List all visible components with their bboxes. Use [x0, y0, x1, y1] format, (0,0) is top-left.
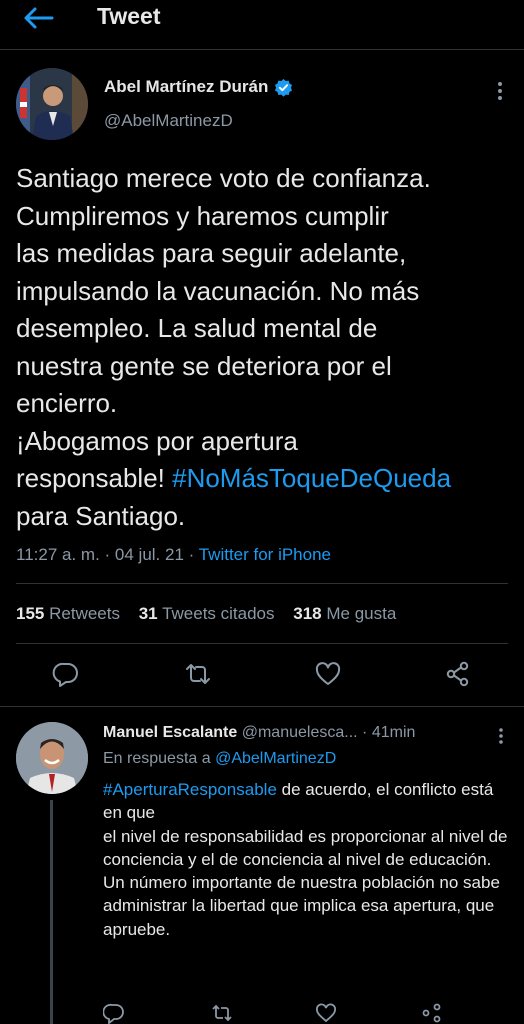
hashtag-link[interactable]: #NoMásToqueDeQueda	[172, 463, 451, 493]
tweet-line: ¡Abogamos por apertura	[16, 425, 298, 456]
reply-rest-text: el nivel de responsabilidad es proporcio…	[103, 826, 508, 939]
likes-count: 318	[293, 604, 322, 623]
more-vertical-icon[interactable]	[496, 726, 506, 746]
reply-header: Manuel Escalante @manuelesca... · 41min	[103, 724, 493, 742]
heart-icon[interactable]	[315, 1002, 337, 1024]
tweet-line: responsable! #NoMásToqueDeQueda	[16, 460, 516, 498]
tweet-line: las medidas para seguir adelante,	[16, 238, 407, 268]
heart-icon[interactable]	[314, 660, 342, 688]
share-icon[interactable]	[421, 1002, 443, 1024]
separator: ·	[183, 545, 199, 564]
divider	[16, 583, 508, 584]
comment-icon[interactable]	[52, 660, 80, 688]
more-vertical-icon[interactable]	[494, 80, 506, 102]
tweet-line: Santiago merece voto de confianza.	[16, 163, 431, 193]
retweet-icon[interactable]	[184, 660, 212, 688]
quotes-stat[interactable]: 31 Tweets citados	[139, 604, 275, 623]
author-name[interactable]: Abel Martínez Durán	[104, 77, 268, 97]
tweet-body: Santiago merece voto de confianza. Cumpl…	[16, 160, 516, 535]
tweet-date: 04 jul. 21	[114, 545, 184, 564]
reply-separator: ·	[362, 724, 372, 741]
verified-badge-icon	[275, 78, 293, 97]
tweet-line: nuestra gente se deteriora por el	[16, 350, 392, 381]
tweet-line: Cumpliremos y haremos cumplir	[16, 200, 389, 231]
tweet-author-row: Abel Martínez Durán @AbelMartinezD	[0, 66, 524, 142]
tweet-line: encierro.	[16, 388, 118, 418]
thread-line	[50, 800, 53, 1024]
in-reply-to: En respuesta a @AbelMartinezD	[103, 750, 336, 768]
tweet-line: desempleo. La salud mental de	[16, 313, 378, 343]
author-name-container: Abel Martínez Durán	[104, 77, 293, 97]
divider	[16, 643, 508, 644]
divider	[0, 706, 524, 707]
author-avatar[interactable]	[16, 68, 88, 140]
retweets-stat[interactable]: 155 Retweets	[16, 604, 120, 623]
tweet-action-bar	[0, 660, 524, 696]
retweet-icon[interactable]	[211, 1002, 233, 1024]
reply-author-name[interactable]: Manuel Escalante	[103, 724, 237, 741]
quotes-label: Tweets citados	[162, 604, 275, 623]
top-app-bar: Tweet	[0, 0, 524, 50]
reply-first-paragraph: #AperturaResponsable de acuerdo, el conf…	[103, 778, 508, 825]
reply-action-bar	[103, 1002, 483, 1024]
back-arrow-icon[interactable]	[22, 6, 54, 30]
mention-link[interactable]: @AbelMartinezD	[215, 750, 336, 767]
retweets-label: Retweets	[49, 604, 120, 623]
reply-tweet[interactable]: Manuel Escalante @manuelesca... · 41min …	[0, 712, 524, 1024]
reply-author-handle[interactable]: @manuelesca...	[242, 724, 358, 741]
hashtag-link[interactable]: #AperturaResponsable	[103, 780, 277, 799]
reply-body: #AperturaResponsable de acuerdo, el conf…	[103, 778, 508, 941]
tweet-line: impulsando la vacunación. No más	[16, 275, 420, 306]
tweet-line-text: responsable!	[16, 463, 173, 493]
reply-time: 41min	[371, 724, 416, 741]
share-icon[interactable]	[444, 660, 472, 688]
tweet-line: para Santiago.	[16, 500, 186, 531]
page-title: Tweet	[97, 3, 161, 29]
separator: ·	[99, 545, 115, 564]
tweet-stats: 155 Retweets 31 Tweets citados 318 Me gu…	[16, 604, 410, 624]
in-reply-prefix: En respuesta a	[103, 750, 216, 767]
author-handle[interactable]: @AbelMartinezD	[104, 111, 233, 131]
tweet-source-link[interactable]: Twitter for iPhone	[199, 545, 331, 564]
likes-label: Me gusta	[326, 604, 397, 623]
comment-icon[interactable]	[103, 1002, 125, 1024]
quotes-count: 31	[138, 604, 158, 623]
tweet-time: 11:27 a. m.	[16, 545, 100, 564]
retweets-count: 155	[16, 604, 45, 623]
likes-stat[interactable]: 318 Me gusta	[293, 604, 396, 623]
tweet-timestamp: 11:27 a. m. · 04 jul. 21 · Twitter for i…	[16, 545, 331, 565]
reply-author-avatar[interactable]	[16, 722, 88, 794]
